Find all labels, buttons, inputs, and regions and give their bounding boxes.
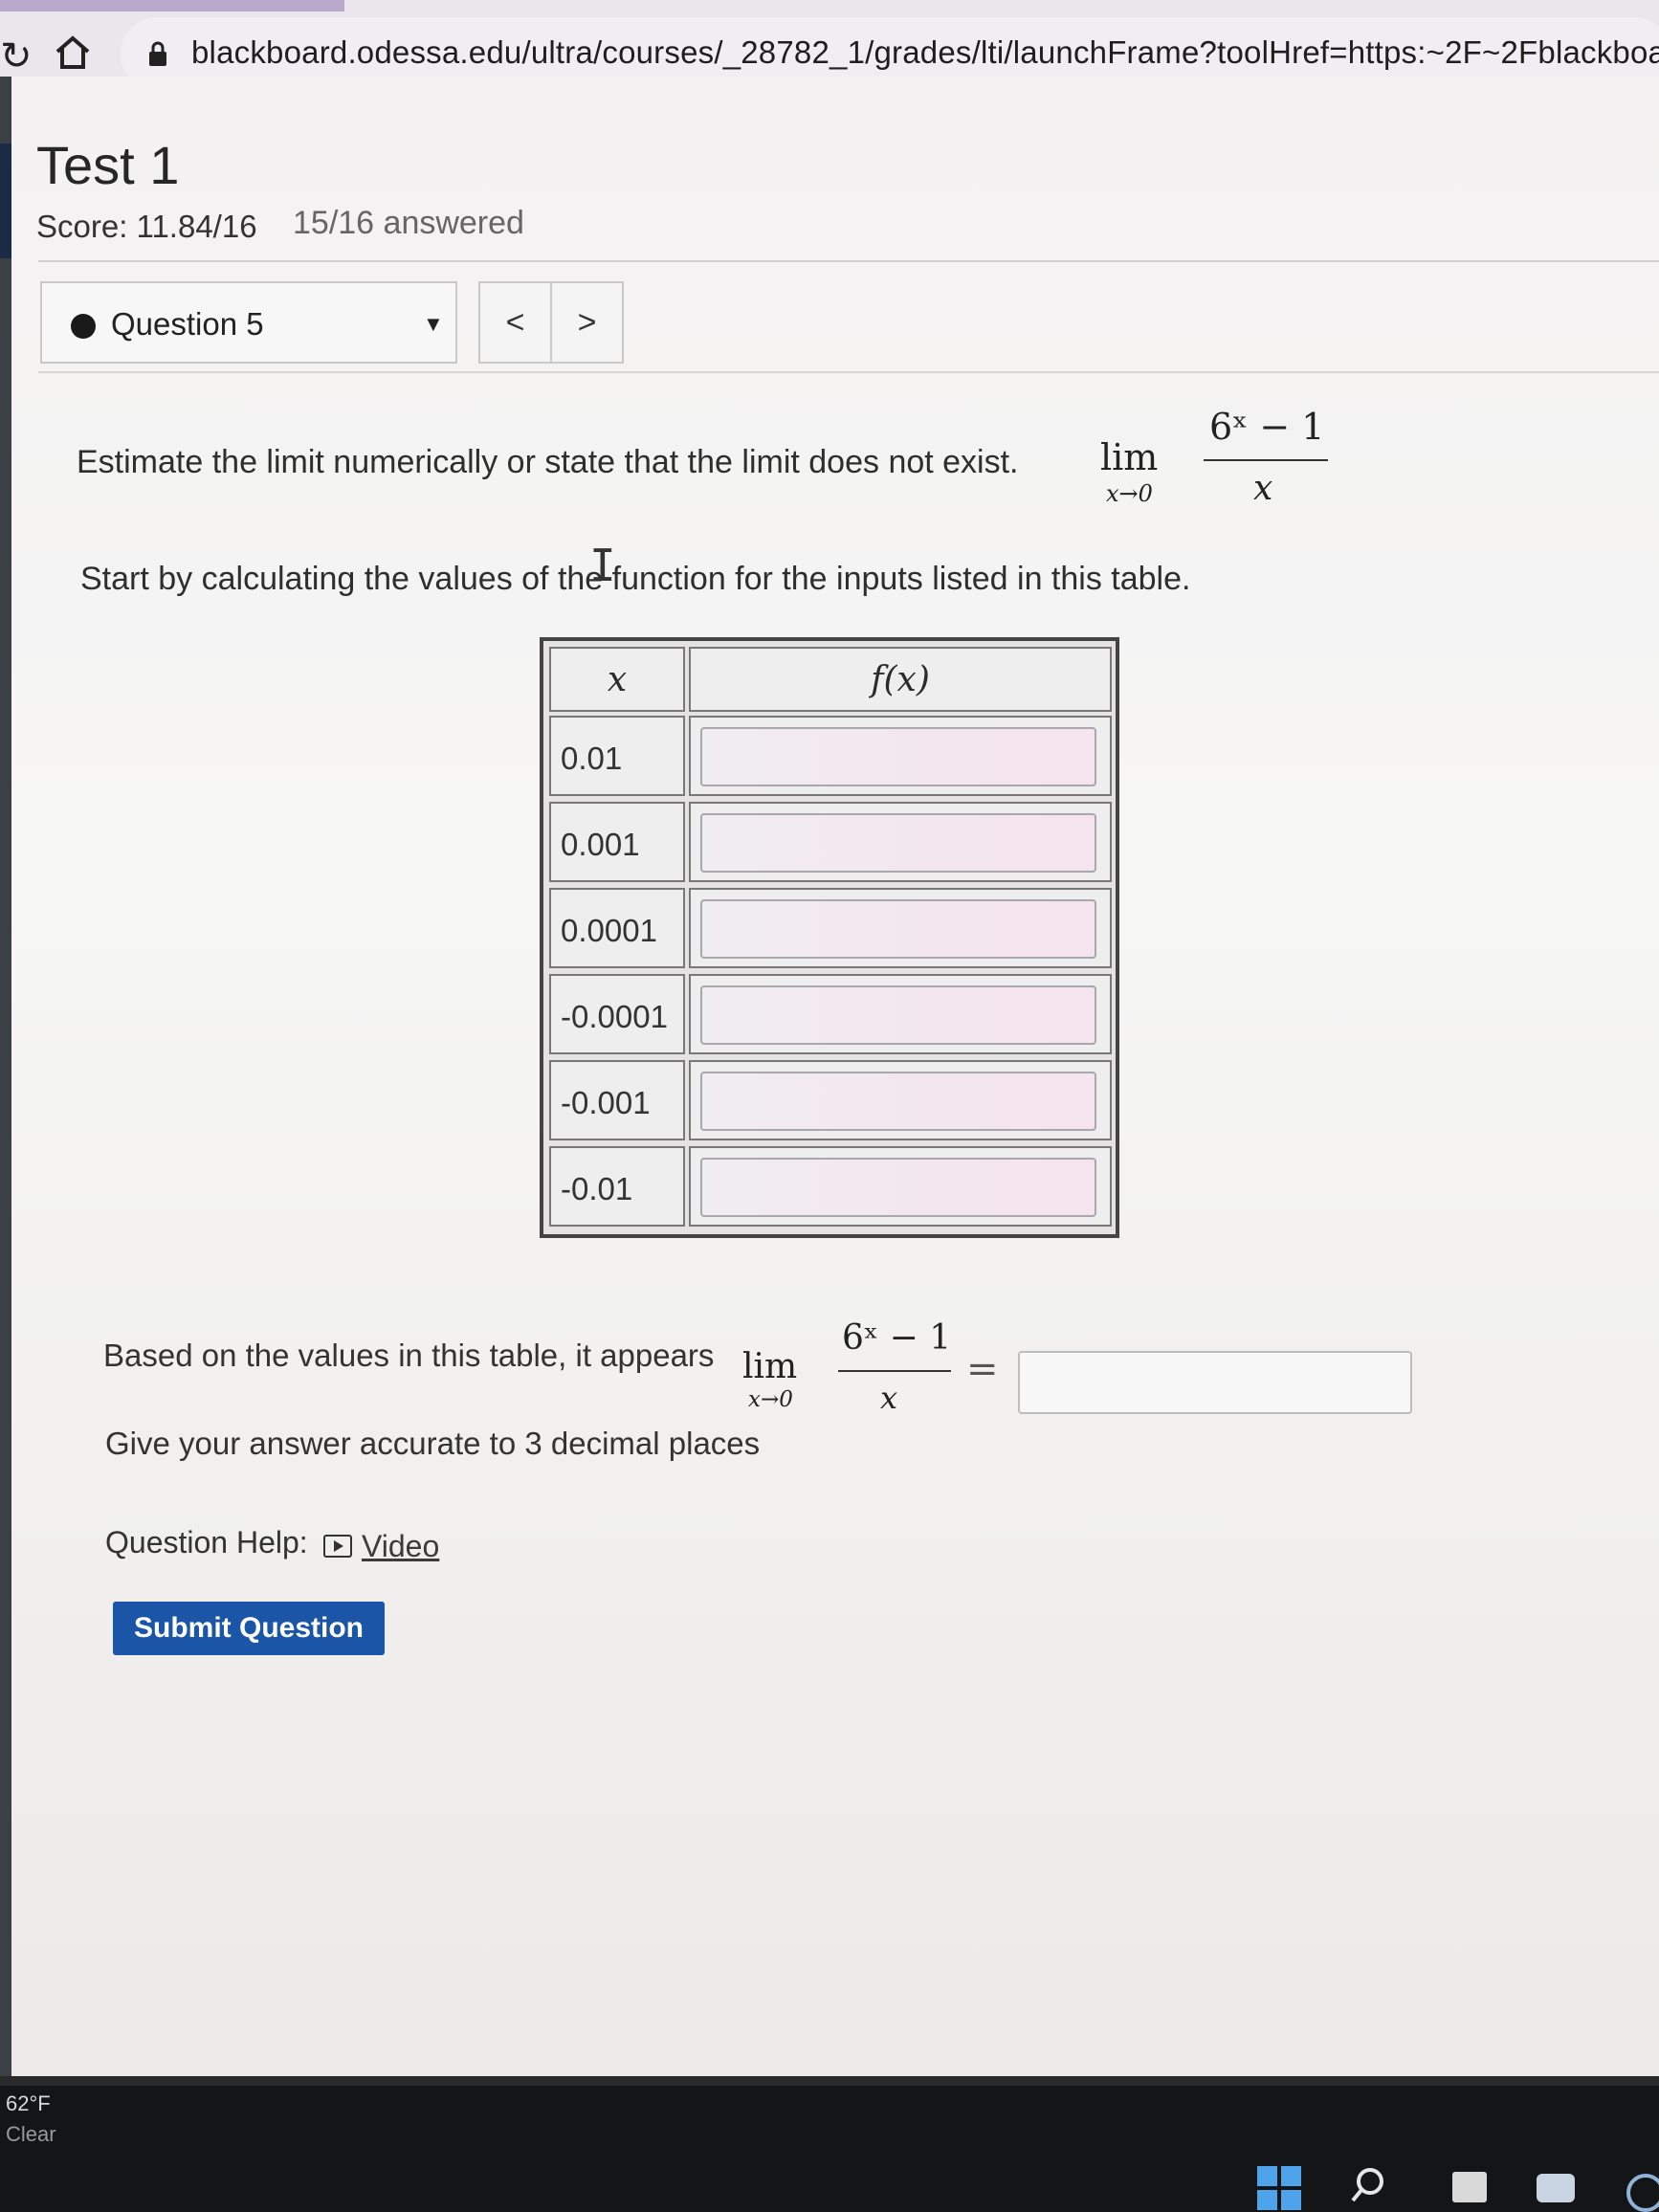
left-sidebar-accent — [0, 144, 11, 258]
table-row-fx — [689, 888, 1112, 968]
fraction-numerator: 6ˣ − 1 — [842, 1318, 952, 1358]
answered-count: 15/16 answered — [293, 205, 524, 241]
table-row-x: 0.01 — [549, 716, 685, 796]
task-view-icon[interactable] — [1452, 2172, 1487, 2202]
fraction-denominator: x — [880, 1380, 898, 1416]
fx-input[interactable] — [700, 813, 1096, 873]
reload-icon[interactable]: ↻ — [0, 34, 33, 78]
video-link[interactable]: Video — [362, 1529, 439, 1564]
test-page: Test 1 Score: 11.84/16 15/16 answered Qu… — [0, 77, 1659, 2076]
caret-down-icon: ▼ — [423, 312, 444, 336]
limit-answer-input[interactable] — [1018, 1351, 1412, 1414]
fraction-bar — [1204, 459, 1328, 461]
fraction-bar — [838, 1370, 951, 1372]
table-header-fx: f(x) — [689, 647, 1112, 712]
limit-subscript: x→0 — [1106, 480, 1153, 507]
page-title: Test 1 — [36, 135, 180, 195]
fraction-denominator: x — [1253, 469, 1273, 508]
search-icon[interactable] — [1349, 2166, 1387, 2204]
question-select-label: Question 5 — [111, 306, 264, 342]
table-row-x: -0.01 — [549, 1146, 685, 1227]
url-text: blackboard.odessa.edu/ultra/courses/_287… — [191, 34, 1659, 70]
left-sidebar-edge — [0, 77, 11, 2076]
question-status-dot — [71, 314, 96, 339]
video-icon[interactable] — [323, 1535, 352, 1558]
table-row-x: 0.0001 — [549, 888, 685, 968]
taskbar — [0, 2086, 1659, 2212]
table-row-x: -0.001 — [549, 1060, 685, 1140]
question-prompt: Estimate the limit numerically or state … — [77, 444, 1019, 480]
answer-prompt: Based on the values in this table, it ap… — [103, 1338, 715, 1373]
fx-input[interactable] — [700, 985, 1096, 1045]
question-help-label: Question Help: — [105, 1525, 308, 1559]
divider — [38, 260, 1659, 262]
score-text: Score: 11.84/16 — [36, 209, 257, 244]
submit-question-button[interactable]: Submit Question — [113, 1602, 385, 1655]
fx-input[interactable] — [700, 1158, 1096, 1217]
next-question-button[interactable]: > — [552, 283, 622, 362]
question-select[interactable]: Question 5 ▼ — [40, 281, 457, 364]
values-table: x f(x) 0.01 0.001 0.0001 -0.0001 -0.001 … — [540, 637, 1119, 1238]
table-row-x: -0.0001 — [549, 974, 685, 1054]
divider — [38, 371, 1659, 373]
limit-subscript: x→0 — [748, 1387, 793, 1412]
browser-icon[interactable] — [1626, 2174, 1659, 2212]
table-row-fx — [689, 974, 1112, 1054]
table-header-x: x — [549, 647, 685, 712]
windows-start-icon[interactable] — [1257, 2166, 1301, 2210]
fx-input[interactable] — [700, 727, 1096, 786]
browser-toolbar: ↻ blackboard.odessa.edu/ultra/courses/_2… — [0, 0, 1659, 90]
table-row-fx — [689, 802, 1112, 882]
home-icon[interactable] — [52, 31, 94, 73]
text-cursor-icon: I — [589, 540, 616, 591]
lock-icon — [149, 41, 166, 66]
accuracy-note: Give your answer accurate to 3 decimal p… — [105, 1426, 761, 1461]
question-pager: < > — [478, 281, 624, 364]
table-row-fx — [689, 1146, 1112, 1227]
equals-sign: = — [966, 1347, 999, 1391]
weather-condition[interactable]: Clear — [6, 2122, 56, 2147]
previous-question-button[interactable]: < — [480, 283, 550, 362]
limit-operator: lim — [742, 1347, 798, 1386]
active-tab-strip[interactable] — [0, 0, 344, 11]
weather-temperature[interactable]: 62°F — [6, 2091, 51, 2116]
table-row-fx — [689, 1060, 1112, 1140]
fx-input[interactable] — [700, 899, 1096, 959]
table-instructions: Start by calculating the values of the f… — [80, 561, 1191, 597]
fx-input[interactable] — [700, 1072, 1096, 1131]
fraction-numerator: 6ˣ − 1 — [1209, 406, 1325, 448]
table-row-x: 0.001 — [549, 802, 685, 882]
chat-icon[interactable] — [1537, 2174, 1575, 2202]
table-row-fx — [689, 716, 1112, 796]
limit-operator: lim — [1100, 436, 1159, 478]
